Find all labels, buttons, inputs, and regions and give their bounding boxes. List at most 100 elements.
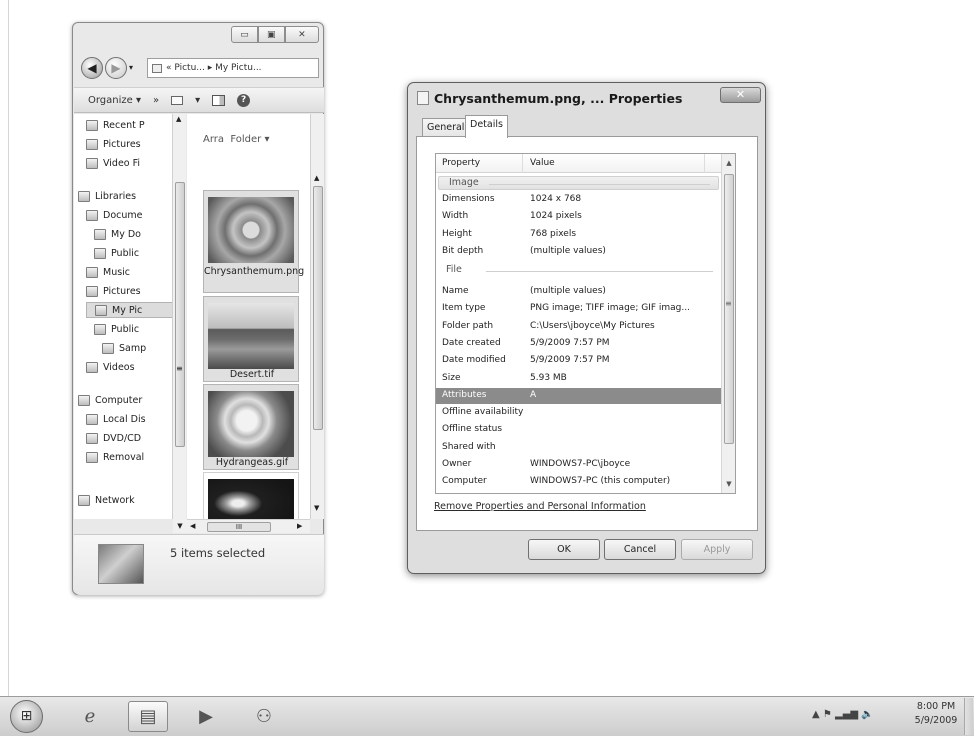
scroll-down-icon[interactable]: ▼: [314, 504, 319, 512]
scroll-up-icon[interactable]: ▲: [176, 115, 181, 123]
notification-area[interactable]: ▲ ⚑ ▂▄▆ 🔈: [812, 709, 874, 720]
nav-item-label: Pictures: [103, 285, 141, 297]
nav-item[interactable]: Public: [94, 321, 139, 337]
file-view-scrollbar[interactable]: ▲ ▼: [310, 114, 324, 519]
more-commands-button[interactable]: »: [153, 95, 159, 106]
nav-item[interactable]: Recent P: [86, 117, 145, 133]
nav-item[interactable]: DVD/CD: [86, 430, 141, 446]
show-desktop-button[interactable]: [964, 698, 973, 735]
nav-item-label: Libraries: [95, 190, 137, 202]
grip-icon: ≡: [176, 364, 183, 373]
property-row[interactable]: Name (multiple values): [436, 284, 721, 300]
scroll-down-icon[interactable]: ▼: [173, 519, 187, 533]
nav-item[interactable]: My Do: [94, 226, 141, 242]
scroll-up-icon[interactable]: ▲: [314, 174, 319, 182]
nav-item[interactable]: Computer: [78, 392, 142, 408]
property-row[interactable]: Bit depth (multiple values): [436, 244, 721, 260]
address-bar[interactable]: « Pictu... ▸ My Pictu...: [147, 58, 319, 78]
column-property[interactable]: Property: [442, 158, 480, 168]
nav-item[interactable]: Removal: [86, 449, 144, 465]
forward-button[interactable]: ▶: [105, 57, 127, 79]
property-row[interactable]: Owner WINDOWS7-PC\jboyce: [436, 457, 721, 473]
scroll-thumb[interactable]: [724, 174, 734, 444]
scroll-right-icon[interactable]: ▶: [297, 522, 302, 530]
property-row[interactable]: Date modified 5/9/2009 7:57 PM: [436, 353, 721, 369]
property-list-scrollbar[interactable]: ▲ ≡ ▼: [721, 154, 735, 493]
nav-item-label: Recent P: [103, 119, 145, 131]
horizontal-scrollbar[interactable]: ◀ III ▶: [187, 519, 310, 533]
nav-item[interactable]: Local Dis: [86, 411, 146, 427]
preview-pane-icon[interactable]: [212, 94, 226, 106]
close-button[interactable]: ✕: [284, 26, 319, 43]
navigation-scrollbar[interactable]: ▲ ≡: [172, 114, 186, 519]
scroll-left-icon[interactable]: ◀: [190, 522, 195, 530]
property-row[interactable]: Dimensions 1024 x 768: [436, 192, 721, 208]
scroll-up-icon[interactable]: ▲: [722, 156, 735, 170]
file-item-jellyfish[interactable]: [203, 472, 299, 519]
views-icon[interactable]: [171, 95, 184, 105]
organize-menu[interactable]: Organize ▾: [88, 95, 141, 106]
property-row[interactable]: Width 1024 pixels: [436, 209, 721, 225]
tab-details[interactable]: Details: [465, 115, 508, 138]
property-row[interactable]: Attributes A: [436, 387, 721, 404]
property-row[interactable]: Folder path C:\Users\jboyce\My Pictures: [436, 319, 721, 335]
clock[interactable]: 8:00 PM 5/9/2009: [910, 700, 962, 728]
property-row[interactable]: Shared with: [436, 440, 721, 456]
nav-item-label: Music: [103, 266, 131, 278]
views-dropdown-icon[interactable]: ▾: [195, 95, 200, 106]
scroll-thumb[interactable]: [313, 186, 323, 430]
command-bar: Organize ▾ » ▾ ?: [74, 87, 324, 113]
recent-pages-icon[interactable]: ▾: [129, 63, 133, 72]
arrange-by[interactable]: Arra Folder ▾: [203, 134, 269, 145]
property-row[interactable]: Size 5.93 MB: [436, 371, 721, 387]
maximize-button[interactable]: ▣: [257, 26, 285, 43]
file-view: Arra Folder ▾ Chrysanthemum.png Desert.t…: [187, 114, 310, 519]
nav-item[interactable]: Music: [86, 264, 130, 280]
nav-item[interactable]: Videos: [86, 359, 135, 375]
taskbar-button[interactable]: ℯ: [70, 701, 110, 732]
minimize-button[interactable]: ▭: [231, 26, 258, 43]
property-row[interactable]: Item type PNG image; TIFF image; GIF imag…: [436, 301, 721, 317]
apply-button[interactable]: Apply: [681, 539, 753, 560]
cancel-button[interactable]: Cancel: [604, 539, 676, 560]
scroll-thumb[interactable]: III: [207, 522, 271, 532]
start-button[interactable]: ⊞: [10, 700, 43, 733]
property-name: Width: [442, 211, 469, 222]
property-row[interactable]: Height 768 pixels: [436, 227, 721, 243]
nav-item[interactable]: Network: [78, 492, 135, 508]
scroll-thumb[interactable]: [175, 182, 185, 447]
file-item-hydrangeas[interactable]: Hydrangeas.gif: [203, 384, 299, 470]
nav-item[interactable]: Samp: [102, 340, 146, 356]
help-icon[interactable]: ?: [237, 93, 251, 107]
nav-item[interactable]: Docume: [86, 207, 142, 223]
close-button[interactable]: ✕: [720, 87, 761, 103]
nav-item[interactable]: Libraries: [78, 188, 136, 204]
scroll-down-icon[interactable]: ▼: [722, 477, 735, 491]
file-item-chrysanthemum[interactable]: Chrysanthemum.png: [203, 190, 304, 293]
file-item-desert[interactable]: Desert.tif: [203, 296, 299, 382]
back-button[interactable]: ◀: [81, 57, 103, 79]
property-name: Item type: [442, 303, 486, 314]
property-row[interactable]: Offline availability: [436, 405, 721, 421]
property-row[interactable]: Date created 5/9/2009 7:57 PM: [436, 336, 721, 352]
taskbar-button[interactable]: ⚇: [244, 701, 284, 732]
remove-properties-link[interactable]: Remove Properties and Personal Informati…: [434, 501, 646, 512]
tab-general[interactable]: General: [422, 118, 470, 138]
nav-item[interactable]: My Pic: [86, 302, 172, 318]
column-value[interactable]: Value: [530, 158, 555, 168]
selection-thumbnail: [98, 544, 144, 584]
property-list[interactable]: Property Value Image Dimensions 1024 x 76…: [435, 153, 736, 494]
nav-item[interactable]: Pictures: [86, 136, 141, 152]
nav-item[interactable]: Public: [94, 245, 139, 261]
nav-item[interactable]: Video Fi: [86, 155, 140, 171]
jellyfish-thumbnail: [208, 479, 294, 519]
recent-places-icon: [86, 119, 98, 131]
property-row[interactable]: Computer WINDOWS7-PC (this computer): [436, 474, 721, 490]
taskbar-button[interactable]: ▶: [186, 701, 226, 732]
taskbar-button[interactable]: ▤: [128, 701, 168, 732]
nav-item[interactable]: Pictures: [86, 283, 141, 299]
property-row[interactable]: Offline status: [436, 422, 721, 438]
arrange-value[interactable]: Folder ▾: [230, 134, 269, 145]
property-name: Attributes: [442, 389, 487, 400]
ok-button[interactable]: OK: [528, 539, 600, 560]
